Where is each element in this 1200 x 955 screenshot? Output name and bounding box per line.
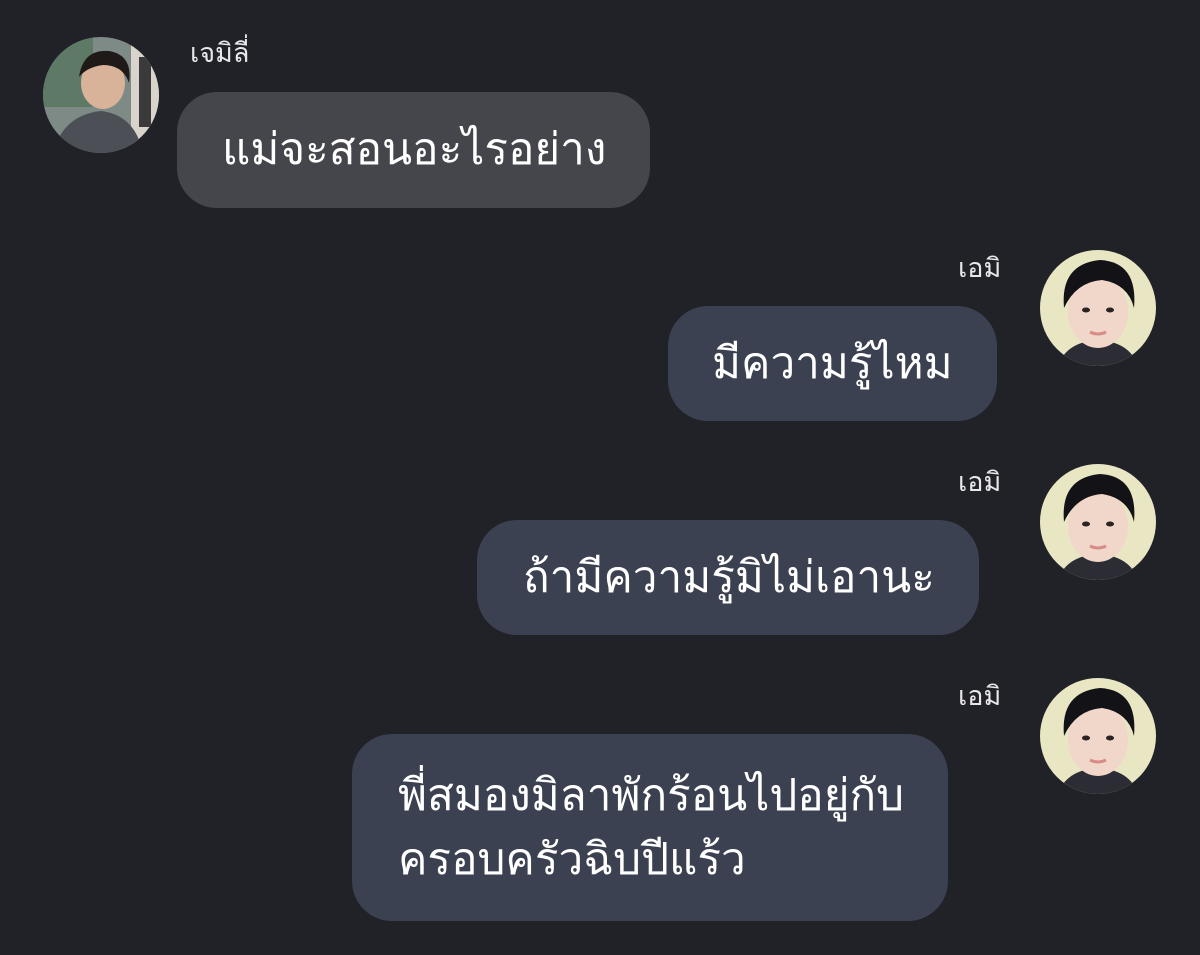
message-text-line: พี่สมองมิลาพักร้อนไปอยู่กับ bbox=[398, 770, 905, 821]
profile-photo-icon bbox=[1040, 464, 1156, 580]
message-bubble[interactable]: ถ้ามีความรู้มิไม่เอานะ bbox=[477, 520, 979, 635]
profile-photo-icon bbox=[43, 37, 159, 153]
message-text-line: ครอบครัวฉิบปีแร้ว bbox=[398, 834, 746, 885]
message-bubble[interactable]: พี่สมองมิลาพักร้อนไปอยู่กับ ครอบครัวฉิบป… bbox=[352, 734, 949, 921]
sender-name: เอมิ bbox=[958, 681, 1002, 712]
sender-name: เอมิ bbox=[958, 467, 1002, 498]
avatar-emi[interactable] bbox=[1040, 678, 1156, 794]
message-bubble[interactable]: มีความรู้ไหม bbox=[668, 306, 997, 421]
profile-photo-icon bbox=[1040, 250, 1156, 366]
sender-name: เจมิลี่ bbox=[190, 38, 250, 69]
avatar-emi[interactable] bbox=[1040, 250, 1156, 366]
chat-thread: เจมิลี่ แม่จะสอนอะไรอย่าง เอมิ มีความรู้… bbox=[0, 0, 1200, 955]
message-text: มีความรู้ไหม bbox=[712, 338, 953, 389]
message-text: ถ้ามีความรู้มิไม่เอานะ bbox=[523, 552, 935, 603]
message-bubble[interactable]: แม่จะสอนอะไรอย่าง bbox=[177, 92, 651, 208]
avatar-jemily[interactable] bbox=[43, 37, 159, 153]
avatar-emi[interactable] bbox=[1040, 464, 1156, 580]
sender-name: เอมิ bbox=[958, 253, 1002, 284]
profile-photo-icon bbox=[1040, 678, 1156, 794]
message-text: แม่จะสอนอะไรอย่าง bbox=[222, 124, 607, 175]
